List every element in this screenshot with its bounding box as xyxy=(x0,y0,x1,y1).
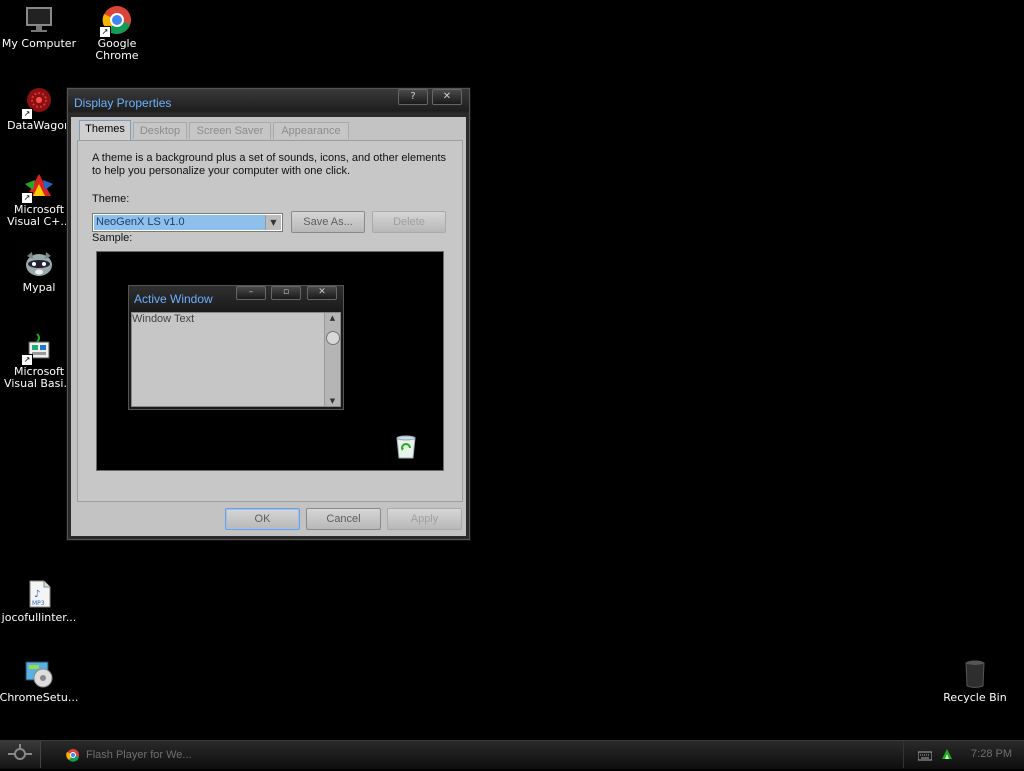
recycle-bin-icon xyxy=(959,658,991,690)
sample-window-text: Window Text xyxy=(132,313,195,325)
sample-active-window: Active Window – ▫ ✕ Window Text ▲ ▼ xyxy=(128,285,344,410)
chrome-icon: ↗ xyxy=(99,4,133,38)
tab-desktop[interactable]: Desktop xyxy=(133,122,187,139)
desktop-icon-my-computer[interactable]: My Computer xyxy=(0,4,79,50)
desktop-icon-label: My Computer xyxy=(1,37,77,50)
theme-select-value: NeoGenX LS v1.0 xyxy=(94,215,266,230)
network-icon[interactable] xyxy=(940,747,954,761)
svg-text:MP3: MP3 xyxy=(32,600,45,607)
help-button[interactable]: ? xyxy=(398,89,428,105)
desktop-icon-label: ChromeSetu... xyxy=(0,691,79,704)
desktop-icon-chromesetup[interactable]: ChromeSetu... xyxy=(0,658,79,704)
recycle-bin-icon xyxy=(392,432,420,460)
shortcut-arrow-icon: ↗ xyxy=(21,108,33,120)
tab-screen-saver[interactable]: Screen Saver xyxy=(189,122,271,139)
cancel-button[interactable]: Cancel xyxy=(306,508,381,530)
visual-cpp-icon: ↗ xyxy=(21,170,55,204)
desktop-icon-google-chrome[interactable]: ↗ Google Chrome xyxy=(77,4,157,62)
shortcut-arrow-icon: ↗ xyxy=(99,26,111,38)
sample-minimize-icon: – xyxy=(236,286,266,300)
sample-maximize-icon: ▫ xyxy=(271,286,301,300)
desktop-icon-label: Recycle Bin xyxy=(943,691,1007,704)
scroll-up-icon: ▲ xyxy=(329,314,336,322)
installer-icon xyxy=(23,658,55,690)
ok-button[interactable]: OK xyxy=(225,508,300,530)
display-properties-dialog: Display Properties ? ✕ Themes Desktop Sc… xyxy=(67,88,470,540)
themes-description: A theme is a background plus a set of so… xyxy=(92,152,447,177)
theme-label: Theme: xyxy=(92,193,130,205)
sample-scrollbar: ▲ ▼ xyxy=(324,313,340,406)
chevron-down-icon[interactable]: ▼ xyxy=(265,215,281,230)
scroll-thumb xyxy=(326,331,340,345)
apply-button[interactable]: Apply xyxy=(387,508,462,530)
svg-text:♪: ♪ xyxy=(34,589,40,600)
system-tray: 7:28 PM xyxy=(903,741,1024,768)
sample-close-icon: ✕ xyxy=(307,286,337,300)
tab-themes[interactable]: Themes xyxy=(79,120,131,140)
close-button[interactable]: ✕ xyxy=(432,89,462,105)
scroll-down-icon: ▼ xyxy=(329,397,336,405)
sample-label: Sample: xyxy=(92,232,133,244)
dialog-client-area: Themes Desktop Screen Saver Appearance A… xyxy=(71,117,466,536)
raccoon-icon xyxy=(23,248,55,280)
sample-window-body: Window Text ▲ ▼ xyxy=(131,312,341,407)
taskbar: Flash Player for We... 7:28 PM xyxy=(0,740,1024,769)
dialog-title: Display Properties xyxy=(74,96,172,110)
mp3-file-icon: ♪ MP3 xyxy=(23,578,55,610)
theme-preview: Active Window – ▫ ✕ Window Text ▲ ▼ xyxy=(96,251,444,471)
shortcut-arrow-icon: ↗ xyxy=(21,354,33,366)
desktop-icon-label: Google Chrome xyxy=(95,37,139,62)
monitor-icon xyxy=(23,4,55,36)
themes-panel: A theme is a background plus a set of so… xyxy=(77,140,463,502)
tab-appearance[interactable]: Appearance xyxy=(273,122,349,139)
keyboard-icon[interactable] xyxy=(918,751,932,761)
datawagon-icon: ↗ xyxy=(21,86,55,120)
visual-basic-icon: ↗ xyxy=(21,332,55,366)
taskbar-clock[interactable]: 7:28 PM xyxy=(971,748,1012,760)
desktop-icon-recycle-bin[interactable]: Recycle Bin xyxy=(935,658,1015,704)
save-as-button[interactable]: Save As... xyxy=(291,211,365,233)
chrome-icon xyxy=(66,749,79,762)
start-button[interactable] xyxy=(0,741,41,768)
desktop-icon-label: jocofullinter... xyxy=(1,611,77,624)
desktop-icon-jocofullinter[interactable]: ♪ MP3 jocofullinter... xyxy=(0,578,79,624)
taskbar-item-flash-player[interactable]: Flash Player for We... xyxy=(60,745,210,765)
shortcut-arrow-icon: ↗ xyxy=(21,192,33,204)
dialog-titlebar[interactable]: Display Properties ? ✕ xyxy=(68,89,469,115)
taskbar-item-label: Flash Player for We... xyxy=(86,749,192,761)
theme-select[interactable]: NeoGenX LS v1.0 ▼ xyxy=(92,213,283,232)
sample-window-title: Active Window xyxy=(134,292,213,306)
start-orb-icon xyxy=(8,744,32,760)
delete-button[interactable]: Delete xyxy=(372,211,446,233)
